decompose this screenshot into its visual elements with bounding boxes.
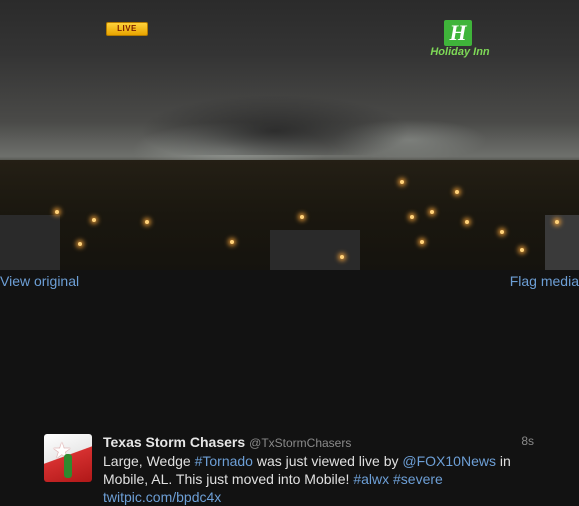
tweet-author[interactable]: Texas Storm Chasers @TxStormChasers <box>103 434 351 450</box>
tweet-timestamp[interactable]: 8s <box>521 434 534 448</box>
cactus-icon <box>64 454 72 478</box>
hashtag-severe[interactable]: #severe <box>393 471 443 487</box>
holiday-inn-logo-text: Holiday Inn <box>430 46 490 58</box>
avatar[interactable]: ★ <box>44 434 92 482</box>
tornado-wall-cloud <box>140 95 410 155</box>
flag-media-link[interactable]: Flag media <box>510 273 579 289</box>
live-badge: LIVE <box>106 22 148 36</box>
media-image[interactable]: LIVE H Holiday Inn <box>0 0 579 270</box>
twitpic-link[interactable]: twitpic.com/bpdc4x <box>103 489 221 505</box>
tweet-text-segment: was just viewed live by <box>252 453 403 469</box>
tweet-text: Large, Wedge #Tornado was just viewed li… <box>103 452 528 506</box>
display-name[interactable]: Texas Storm Chasers <box>103 434 245 450</box>
mention-fox10news[interactable]: @FOX10News <box>402 453 496 469</box>
hashtag-alwx[interactable]: #alwx <box>353 471 389 487</box>
tweet-text-segment: Large, Wedge <box>103 453 195 469</box>
hashtag-tornado[interactable]: #Tornado <box>195 453 253 469</box>
user-handle[interactable]: @TxStormChasers <box>249 436 351 450</box>
tweet: ★ Texas Storm Chasers @TxStormChasers 8s … <box>44 430 564 505</box>
view-original-link[interactable]: View original <box>0 273 79 289</box>
holiday-inn-logo-icon: H <box>444 20 472 46</box>
city-skyline <box>0 160 579 270</box>
